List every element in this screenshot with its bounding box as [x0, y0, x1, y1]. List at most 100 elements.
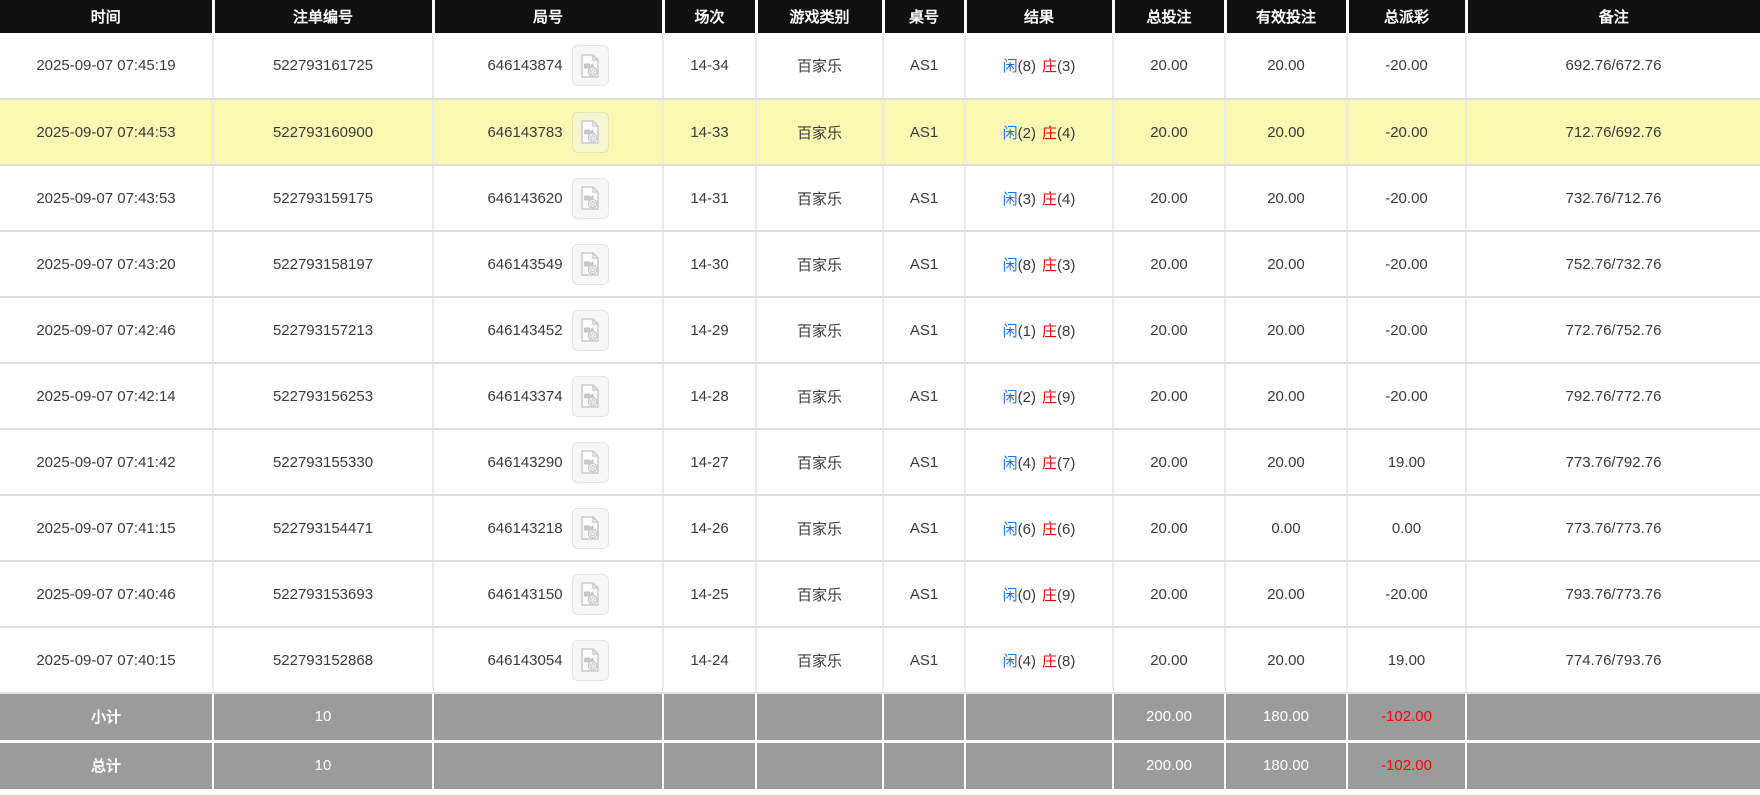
- video-file-icon: [581, 582, 599, 606]
- video-replay-button[interactable]: [571, 111, 609, 153]
- result-player-label: 闲: [1002, 454, 1018, 472]
- cell-time: 2025-09-07 07:42:14: [0, 363, 214, 430]
- cell-payout: -20.00: [1347, 297, 1467, 364]
- result-banker-points: (8): [1057, 322, 1076, 340]
- result-player-points: (2): [1017, 124, 1036, 142]
- cell-remark: 712.76/692.76: [1466, 99, 1760, 166]
- cell-total-bet[interactable]: 20.00: [1113, 495, 1226, 562]
- video-replay-button[interactable]: [571, 639, 609, 681]
- bet-records-table: 时间 注单编号 局号 场次 游戏类别 桌号 结果 总投注 有效投注 总派彩 备注…: [0, 0, 1760, 789]
- cell-remark: 772.76/752.76: [1466, 297, 1760, 364]
- result-banker-label: 庄: [1042, 388, 1058, 406]
- header-row: 时间 注单编号 局号 场次 游戏类别 桌号 结果 总投注 有效投注 总派彩 备注: [0, 0, 1760, 33]
- video-replay-button[interactable]: [571, 573, 609, 615]
- cell-total-bet[interactable]: 20.00: [1113, 429, 1226, 496]
- cell-round-id: 646143549: [433, 231, 664, 298]
- cell-payout: -20.00: [1347, 561, 1467, 628]
- cell-valid-bet: 0.00: [1225, 495, 1348, 562]
- cell-table-no: AS1: [883, 99, 966, 166]
- video-file-icon: [581, 252, 599, 276]
- cell-valid-bet: 20.00: [1225, 363, 1348, 430]
- header-remark: 备注: [1466, 0, 1760, 33]
- grand-total-empty: [965, 739, 1114, 789]
- result-banker-points: (9): [1057, 388, 1076, 406]
- cell-bet-id: 522793153693: [213, 561, 434, 628]
- cell-session: 14-33: [663, 99, 757, 166]
- cell-result: 闲(2) 庄(9): [965, 363, 1114, 430]
- result-player-points: (8): [1017, 256, 1036, 274]
- bet-record-row-highlighted: 2025-09-07 07:44:53 522793160900 6461437…: [0, 99, 1760, 166]
- cell-game-type: 百家乐: [756, 33, 884, 100]
- cell-game-type: 百家乐: [756, 363, 884, 430]
- result-banker-label: 庄: [1042, 652, 1058, 670]
- cell-bet-id: 522793159175: [213, 165, 434, 232]
- cell-total-bet[interactable]: 20.00: [1113, 627, 1226, 694]
- cell-game-type: 百家乐: [756, 627, 884, 694]
- cell-total-bet[interactable]: 20.00: [1113, 33, 1226, 100]
- cell-game-type: 百家乐: [756, 561, 884, 628]
- cell-total-bet[interactable]: 20.00: [1113, 99, 1226, 166]
- cell-remark: 792.76/772.76: [1466, 363, 1760, 430]
- result-banker-points: (7): [1057, 454, 1076, 472]
- cell-game-type: 百家乐: [756, 99, 884, 166]
- cell-time: 2025-09-07 07:44:53: [0, 99, 214, 166]
- cell-result: 闲(8) 庄(3): [965, 231, 1114, 298]
- cell-valid-bet: 20.00: [1225, 429, 1348, 496]
- cell-total-bet[interactable]: 20.00: [1113, 231, 1226, 298]
- result-banker-points: (3): [1057, 58, 1076, 75]
- round-number: 646143874: [487, 57, 563, 74]
- cell-table-no: AS1: [883, 429, 966, 496]
- grand-total-label: 总计: [0, 739, 214, 789]
- video-replay-button[interactable]: [571, 177, 609, 219]
- cell-session: 14-30: [663, 231, 757, 298]
- video-replay-button[interactable]: [571, 45, 609, 86]
- video-replay-button[interactable]: [571, 309, 609, 351]
- cell-table-no: AS1: [883, 495, 966, 562]
- video-replay-button[interactable]: [571, 375, 609, 417]
- round-number: 646143054: [487, 651, 563, 669]
- cell-total-bet[interactable]: 20.00: [1113, 165, 1226, 232]
- cell-time: 2025-09-07 07:43:53: [0, 165, 214, 232]
- result-banker-label: 庄: [1042, 322, 1058, 340]
- cell-result: 闲(8) 庄(3): [965, 33, 1114, 100]
- result-banker-label: 庄: [1042, 58, 1058, 75]
- cell-time: 2025-09-07 07:40:46: [0, 561, 214, 628]
- round-number: 646143218: [487, 519, 563, 537]
- cell-bet-id: 522793154471: [213, 495, 434, 562]
- result-banker-points: (8): [1057, 652, 1076, 670]
- round-number: 646143374: [487, 387, 563, 405]
- cell-payout: -20.00: [1347, 363, 1467, 430]
- result-player-points: (3): [1017, 190, 1036, 208]
- video-file-icon: [581, 450, 599, 474]
- result-banker-label: 庄: [1042, 124, 1058, 142]
- result-player-label: 闲: [1002, 124, 1018, 142]
- result-player-points: (4): [1017, 454, 1036, 472]
- round-number: 646143150: [487, 585, 563, 603]
- video-replay-button[interactable]: [571, 507, 609, 549]
- result-player-label: 闲: [1002, 322, 1018, 340]
- result-player-points: (4): [1017, 652, 1036, 670]
- result-player-points: (0): [1017, 586, 1036, 604]
- subtotal-valid-bet: 180.00: [1225, 693, 1348, 741]
- video-file-icon: [581, 516, 599, 540]
- cell-valid-bet: 20.00: [1225, 99, 1348, 166]
- grand-total-total-bet: 200.00: [1113, 739, 1226, 789]
- cell-total-bet[interactable]: 20.00: [1113, 297, 1226, 364]
- cell-session: 14-27: [663, 429, 757, 496]
- cell-total-bet[interactable]: 20.00: [1113, 363, 1226, 430]
- subtotal-row: 小计 10 200.00 180.00 -102.00: [0, 693, 1760, 741]
- cell-payout: 19.00: [1347, 627, 1467, 694]
- cell-total-bet[interactable]: 20.00: [1113, 561, 1226, 628]
- bet-record-row: 2025-09-07 07:42:14 522793156253 6461433…: [0, 363, 1760, 430]
- cell-payout: -20.00: [1347, 99, 1467, 166]
- video-replay-button[interactable]: [571, 441, 609, 483]
- cell-table-no: AS1: [883, 33, 966, 100]
- video-replay-button[interactable]: [571, 243, 609, 285]
- video-file-icon: [581, 186, 599, 210]
- video-file-icon: [581, 318, 599, 342]
- grand-total-count: 10: [213, 739, 434, 789]
- cell-bet-id: 522793155330: [213, 429, 434, 496]
- cell-result: 闲(1) 庄(8): [965, 297, 1114, 364]
- grand-total-payout-value: -102.00: [1381, 757, 1432, 775]
- cell-time: 2025-09-07 07:45:19: [0, 33, 214, 100]
